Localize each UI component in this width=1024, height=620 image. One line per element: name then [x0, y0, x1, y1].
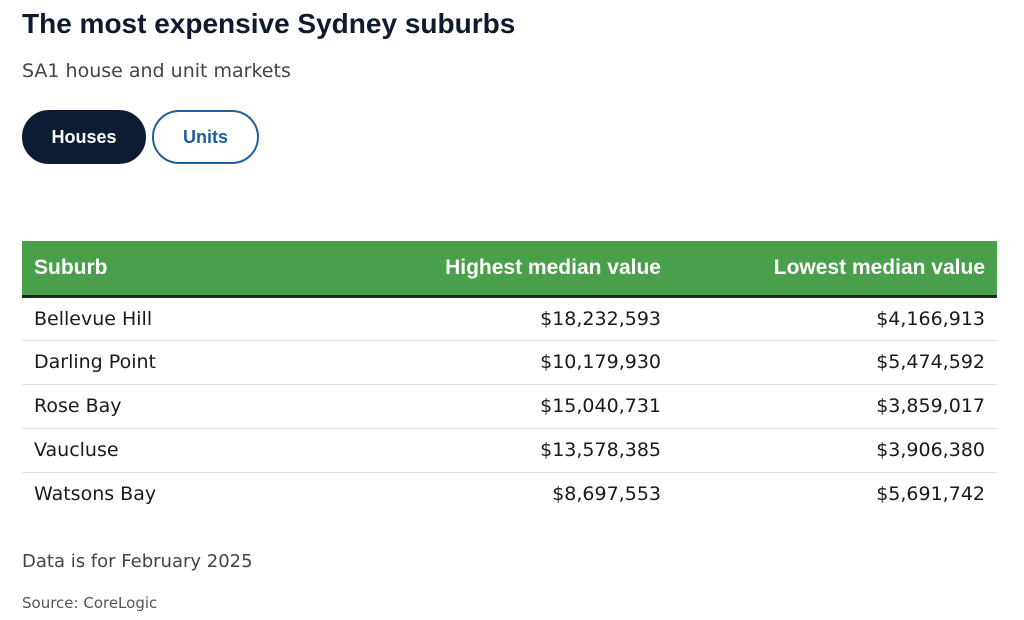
- page-subtitle: SA1 house and unit markets: [22, 60, 291, 82]
- cell-lowest-median: $3,859,017: [673, 384, 997, 429]
- cell-suburb: Watsons Bay: [34, 483, 157, 506]
- column-header-suburb: Suburb: [22, 241, 342, 298]
- suburbs-table: Suburb Highest median value Lowest media…: [22, 241, 997, 516]
- table-row: Rose Bay $15,040,731 $3,859,017: [22, 384, 997, 429]
- cell-suburb: Vaucluse: [22, 428, 342, 473]
- cell-suburb: Bellevue Hill: [22, 296, 342, 341]
- cell-highest-median: $8,697,553: [552, 483, 661, 506]
- table-row: Watsons Bay $8,697,553 $5,691,742: [22, 472, 997, 516]
- tab-units[interactable]: Units: [152, 110, 259, 164]
- cell-highest-median: $15,040,731: [342, 384, 673, 429]
- data-date-note: Data is for February 2025: [22, 551, 253, 572]
- cell-highest-median: $10,179,930: [342, 340, 673, 385]
- cell-suburb: Rose Bay: [22, 384, 342, 429]
- table-row: Darling Point $10,179,930 $5,474,592: [22, 340, 997, 385]
- tab-houses[interactable]: Houses: [22, 110, 146, 164]
- table-row: Bellevue Hill $18,232,593 $4,166,913: [22, 296, 997, 341]
- cell-suburb: Darling Point: [22, 340, 342, 385]
- source-credit: Source: CoreLogic: [22, 594, 158, 612]
- cell-lowest-median: $3,906,380: [673, 428, 997, 473]
- cell-highest-median: $13,578,385: [342, 428, 673, 473]
- page-title: The most expensive Sydney suburbs: [22, 8, 516, 39]
- column-header-highest-median: Highest median value: [342, 241, 673, 298]
- table-header-row: Suburb Highest median value Lowest media…: [22, 241, 997, 298]
- cell-lowest-median: $5,691,742: [876, 483, 985, 506]
- cell-lowest-median: $5,474,592: [673, 340, 997, 385]
- table-row: Vaucluse $13,578,385 $3,906,380: [22, 428, 997, 473]
- column-header-lowest-median: Lowest median value: [673, 241, 997, 298]
- cell-lowest-median: $4,166,913: [673, 296, 997, 341]
- cell-highest-median: $18,232,593: [342, 296, 673, 341]
